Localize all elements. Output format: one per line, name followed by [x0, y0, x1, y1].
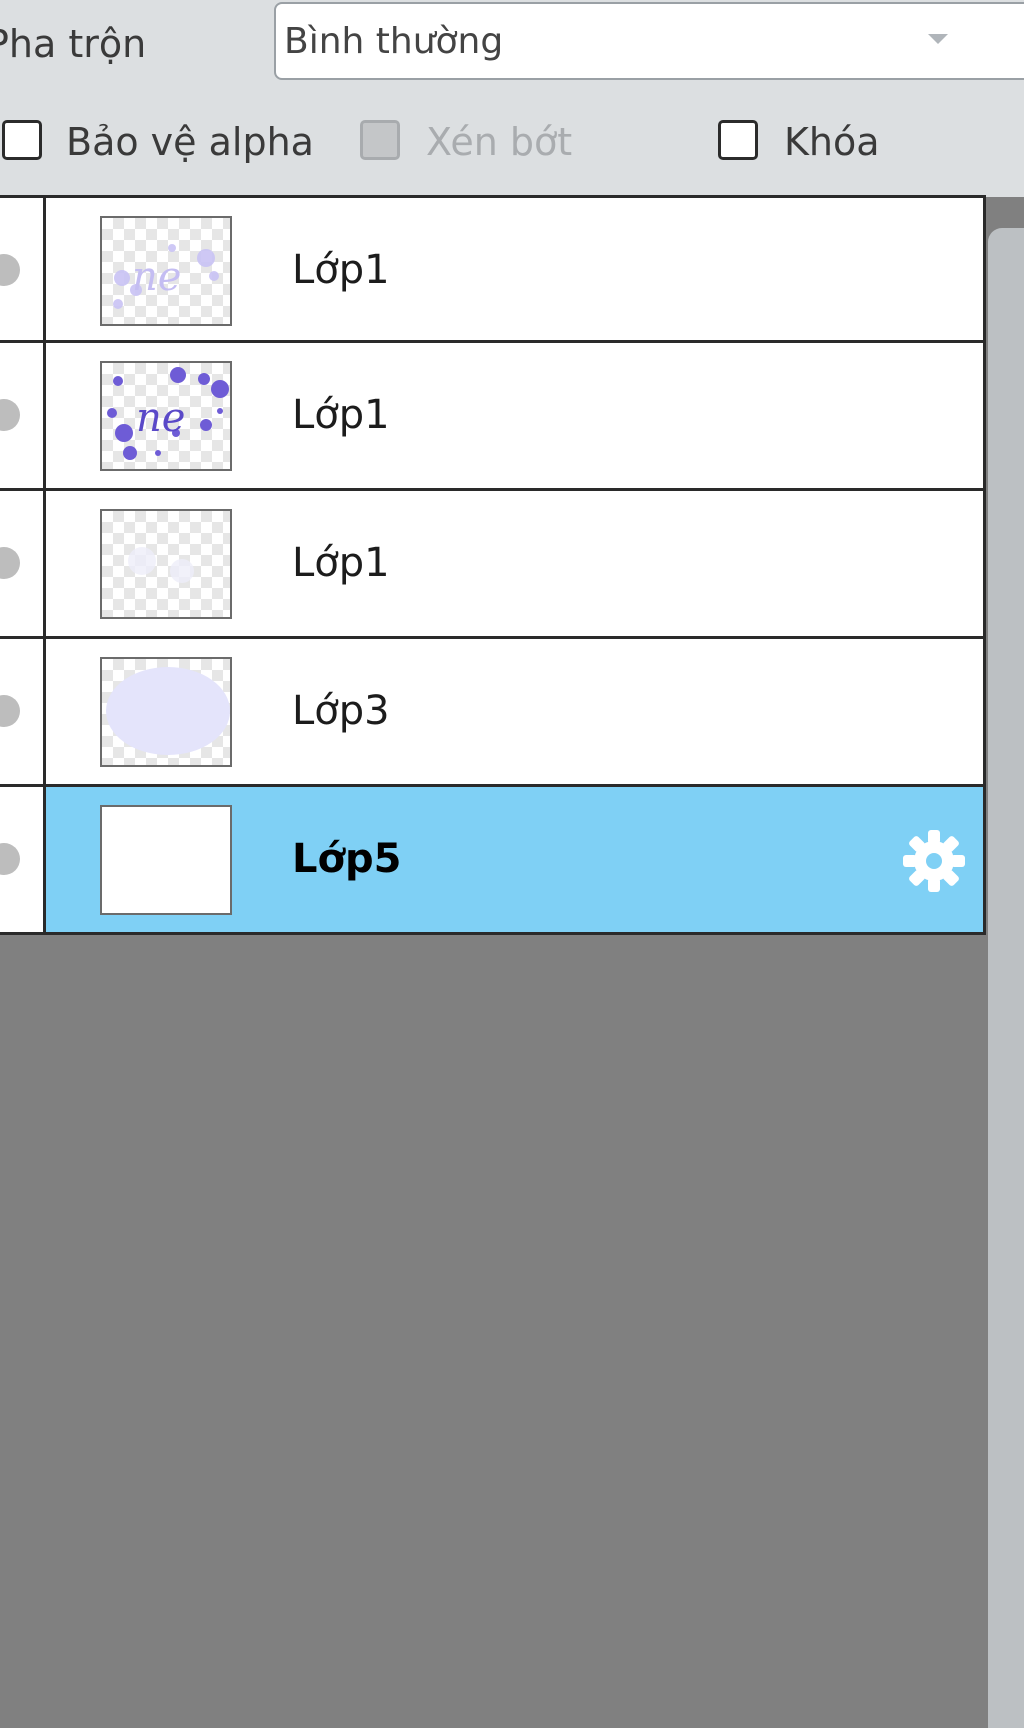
lock-option[interactable]: Khóa [718, 118, 898, 170]
layer-thumbnail: ne [100, 361, 232, 471]
visibility-toggle[interactable] [0, 639, 46, 784]
blend-mode-label: Pha trộn [0, 22, 147, 66]
layer-row[interactable]: ne Lớp1 [0, 195, 986, 343]
eye-dot-icon [0, 254, 20, 286]
layer-row-selected[interactable]: Lớp5 [0, 787, 986, 935]
layer-thumbnail [100, 509, 232, 619]
layer-name: Lớp5 [292, 836, 402, 882]
eye-dot-icon [0, 695, 20, 727]
layer-list: ne Lớp1 ne Lớp1 Lớp1 Lớp3 Lớp5 [0, 195, 986, 935]
blend-mode-select[interactable]: Bình thường [274, 2, 1024, 80]
eye-dot-icon [0, 843, 20, 875]
chevron-down-icon [928, 34, 948, 44]
visibility-toggle[interactable] [0, 343, 46, 488]
layer-thumbnail: ne [100, 216, 232, 326]
gear-icon[interactable] [900, 827, 968, 895]
eye-dot-icon [0, 547, 20, 579]
layer-thumbnail [100, 805, 232, 915]
svg-text:ne: ne [132, 254, 181, 300]
layer-name: Lớp1 [292, 540, 390, 586]
layer-name: Lớp1 [292, 392, 390, 438]
layer-name: Lớp1 [292, 247, 390, 293]
protect-alpha-option[interactable]: Bảo vệ alpha [0, 118, 314, 170]
clipping-label: Xén bớt [426, 120, 573, 164]
visibility-toggle[interactable] [0, 787, 46, 932]
layer-list-scrollbar[interactable] [988, 228, 1024, 1728]
visibility-toggle[interactable] [0, 198, 46, 340]
svg-text:ne: ne [136, 395, 185, 441]
protect-alpha-checkbox[interactable] [2, 120, 42, 160]
clipping-option: Xén bớt [360, 118, 600, 170]
layer-row[interactable]: Lớp3 [0, 639, 986, 787]
lock-checkbox[interactable] [718, 120, 758, 160]
protect-alpha-label: Bảo vệ alpha [66, 120, 314, 164]
visibility-toggle[interactable] [0, 491, 46, 636]
blend-mode-value: Bình thường [284, 21, 504, 62]
eye-dot-icon [0, 399, 20, 431]
layer-thumbnail [100, 657, 232, 767]
layer-row[interactable]: Lớp1 [0, 491, 986, 639]
lock-label: Khóa [784, 120, 880, 164]
clipping-checkbox [360, 120, 400, 160]
layer-name: Lớp3 [292, 688, 390, 734]
layer-options-panel: Pha trộn Bình thường Bảo vệ alpha Xén bớ… [0, 0, 1024, 197]
layer-row[interactable]: ne Lớp1 [0, 343, 986, 491]
